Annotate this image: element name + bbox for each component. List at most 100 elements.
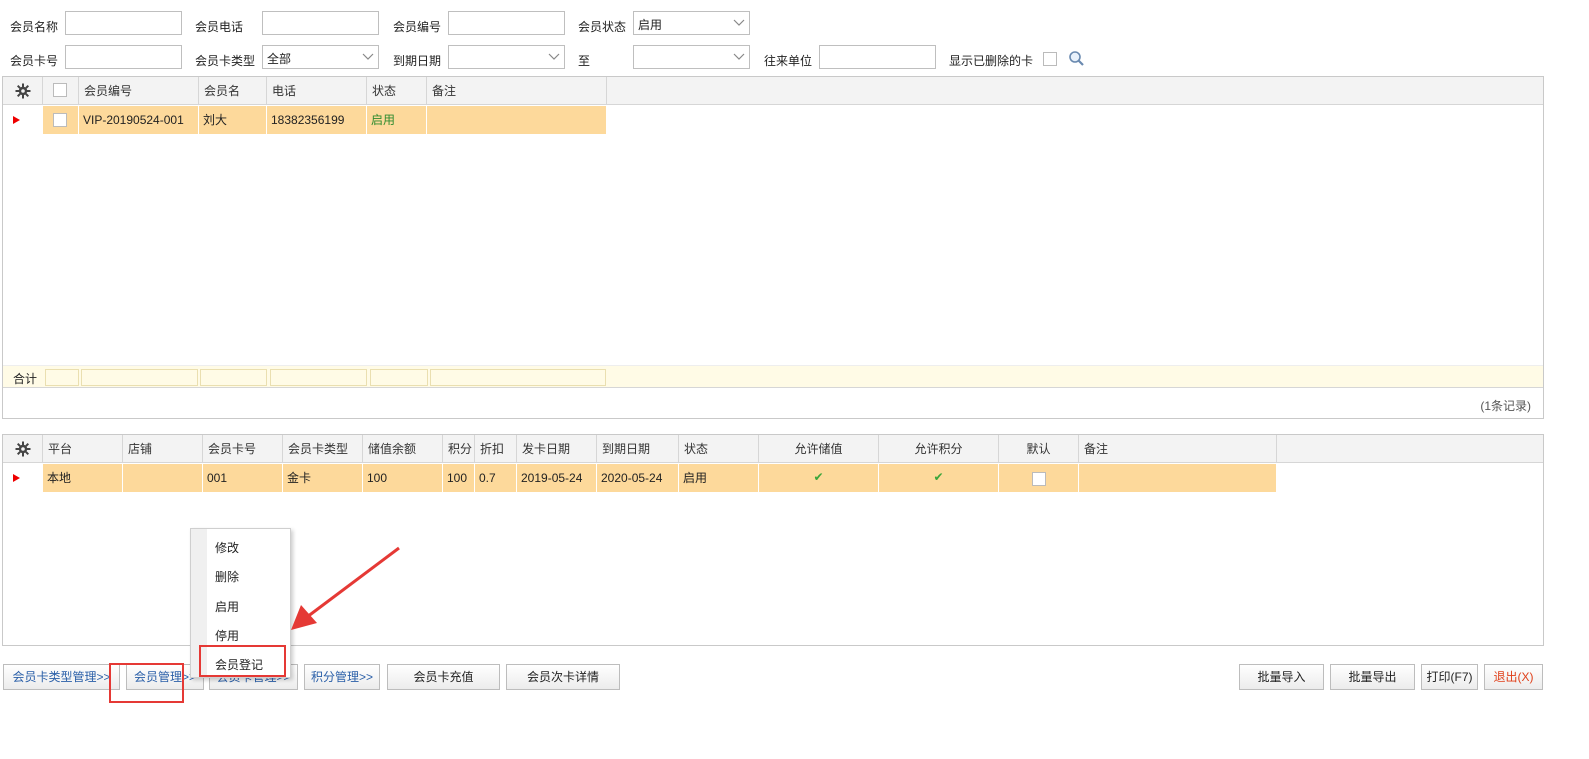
show-deleted-label: 显示已删除的卡 [949,54,1034,68]
batch-export-button[interactable]: 批量导出 [1330,664,1415,690]
cell-remark[interactable] [1079,464,1277,492]
chevron-down-icon [362,53,374,60]
card-times-detail-button[interactable]: 会员次卡详情 [506,664,620,690]
row-indicator [3,464,43,492]
grid-settings[interactable] [3,435,43,463]
cell-card-type[interactable]: 金卡 [283,464,363,492]
allow-points-check-icon[interactable]: ✔ [879,464,999,492]
card-no-input[interactable] [65,45,182,69]
col-expire-date[interactable]: 到期日期 [597,435,679,463]
total-cell [200,369,267,386]
member-name-label: 会员名称 [10,20,59,34]
cell-platform[interactable]: 本地 [43,464,123,492]
col-status[interactable]: 状态 [679,435,759,463]
table-row[interactable]: VIP-20190524-001 刘大 18382356199 启用 [3,106,607,134]
grid-settings[interactable] [3,77,43,105]
record-count: (1条记录) [1480,399,1531,413]
member-status-select[interactable]: 启用 [633,11,750,35]
cell-card-no[interactable]: 001 [203,464,283,492]
total-cell [81,369,198,386]
total-label: 合计 [13,372,38,386]
col-allow-store[interactable]: 允许储值 [759,435,879,463]
expire-date-label: 到期日期 [393,54,442,68]
col-remark[interactable]: 备注 [1079,435,1277,463]
row-indicator [3,106,43,134]
col-member-no[interactable]: 会员编号 [79,77,199,105]
total-cell [430,369,606,386]
col-phone[interactable]: 电话 [267,77,367,105]
exit-button[interactable]: 退出(X) [1484,664,1543,690]
col-points[interactable]: 积分 [443,435,475,463]
total-row: 合计 [3,365,1543,388]
cell-member-no[interactable]: VIP-20190524-001 [79,106,199,134]
allow-store-check-icon[interactable]: ✔ [759,464,879,492]
cell-expire-date[interactable]: 2020-05-24 [597,464,679,492]
col-card-type[interactable]: 会员卡类型 [283,435,363,463]
member-status-label: 会员状态 [578,20,627,34]
col-issue-date[interactable]: 发卡日期 [517,435,597,463]
member-no-input[interactable] [448,11,565,35]
partner-label: 往来单位 [764,54,813,68]
expire-date-to[interactable] [633,45,750,69]
menu-item-disable[interactable]: 停用 [215,627,239,644]
chevron-down-icon [733,53,745,60]
menu-item-edit[interactable]: 修改 [215,539,239,556]
col-member-name[interactable]: 会员名 [199,77,267,105]
cell-status[interactable]: 启用 [367,106,427,134]
menu-item-enable[interactable]: 启用 [215,598,239,615]
select-all-cell [43,77,79,105]
gear-icon[interactable] [15,441,31,457]
col-status[interactable]: 状态 [367,77,427,105]
total-cell [45,369,79,386]
cell-balance[interactable]: 100 [363,464,443,492]
partner-input[interactable] [819,45,936,69]
member-phone-label: 会员电话 [195,20,244,34]
cell-remark[interactable] [427,106,607,134]
show-deleted-checkbox[interactable] [1043,52,1057,66]
default-checkbox[interactable] [1032,472,1046,486]
gear-icon[interactable] [15,83,31,99]
table-row[interactable]: 本地 001 金卡 100 100 0.7 2019-05-24 2020-05… [3,464,1277,492]
card-type-mgmt-button[interactable]: 会员卡类型管理>> [3,664,120,690]
cell-status[interactable]: 启用 [679,464,759,492]
card-type-label: 会员卡类型 [195,54,256,68]
cell-phone[interactable]: 18382356199 [267,106,367,134]
cell-member-name[interactable]: 刘大 [199,106,267,134]
search-icon[interactable] [1068,50,1085,67]
member-no-label: 会员编号 [393,20,442,34]
current-row-arrow-icon [13,116,20,124]
col-balance[interactable]: 储值余额 [363,435,443,463]
pager-bar: (1条记录) [3,387,1543,419]
col-default[interactable]: 默认 [999,435,1079,463]
highlight-box-register [199,645,286,677]
row-select-cell [43,106,79,134]
member-name-input[interactable] [65,11,182,35]
total-cell [270,369,367,386]
select-all-checkbox[interactable] [53,83,67,97]
cell-points[interactable]: 100 [443,464,475,492]
col-platform[interactable]: 平台 [43,435,123,463]
annotation-arrow-icon [291,546,400,630]
col-card-no[interactable]: 会员卡号 [203,435,283,463]
card-recharge-button[interactable]: 会员卡充值 [387,664,500,690]
cell-discount[interactable]: 0.7 [475,464,517,492]
to-label: 至 [578,54,591,68]
cell-issue-date[interactable]: 2019-05-24 [517,464,597,492]
col-allow-points[interactable]: 允许积分 [879,435,999,463]
cell-default [999,464,1079,492]
points-mgmt-button[interactable]: 积分管理>> [304,664,380,690]
menu-item-delete[interactable]: 删除 [215,568,239,585]
cell-shop[interactable] [123,464,203,492]
expire-date-from[interactable] [448,45,565,69]
chevron-down-icon [548,53,560,60]
col-discount[interactable]: 折扣 [475,435,517,463]
member-phone-input[interactable] [262,11,379,35]
row-checkbox[interactable] [53,113,67,127]
col-shop[interactable]: 店铺 [123,435,203,463]
batch-import-button[interactable]: 批量导入 [1239,664,1324,690]
card-no-label: 会员卡号 [10,54,59,68]
current-row-arrow-icon [13,474,20,482]
print-button[interactable]: 打印(F7) [1421,664,1478,690]
card-type-select[interactable]: 全部 [262,45,379,69]
col-remark[interactable]: 备注 [427,77,607,105]
